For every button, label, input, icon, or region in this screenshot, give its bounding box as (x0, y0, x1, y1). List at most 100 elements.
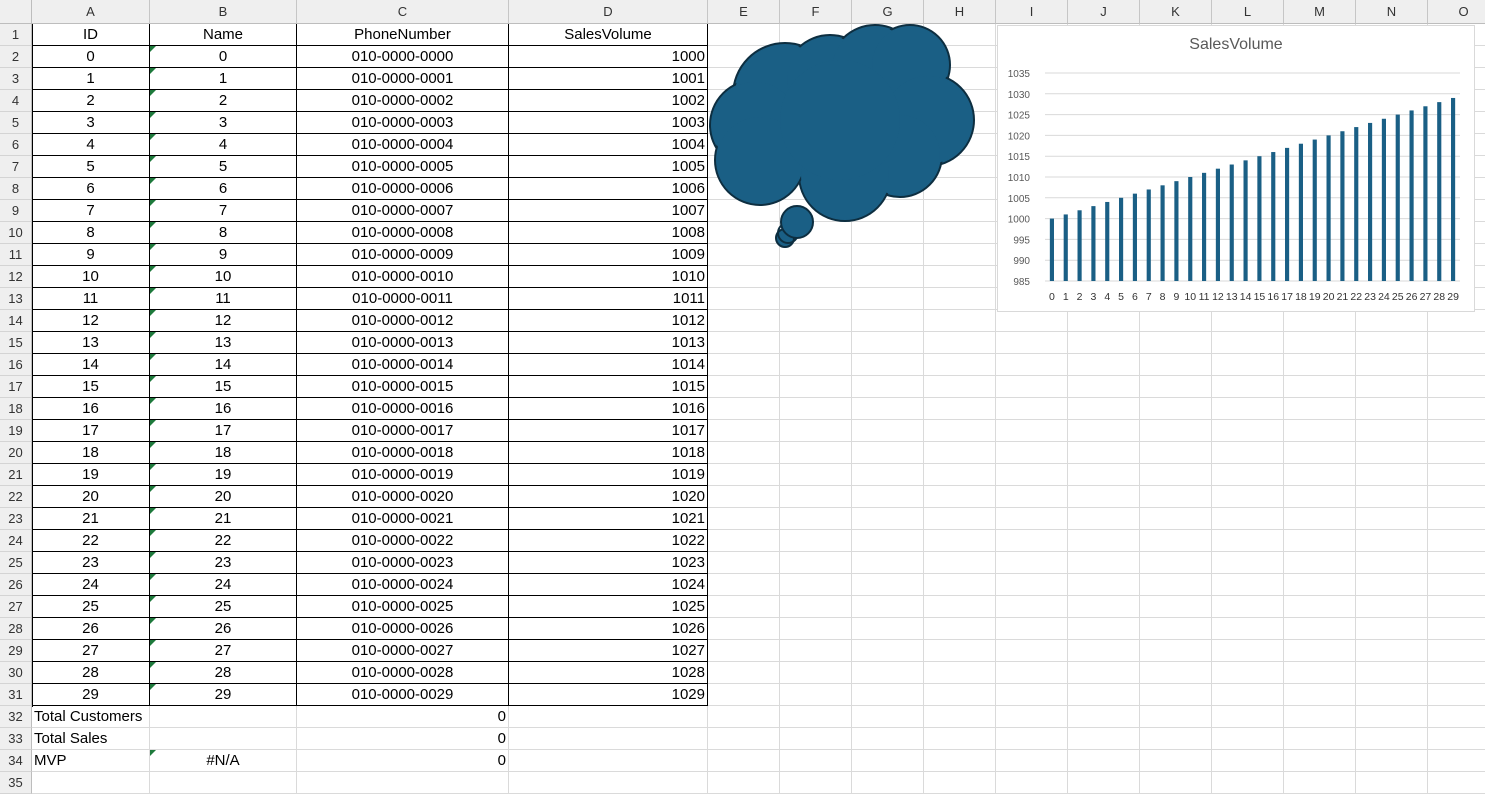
row-header-12[interactable]: 12 (0, 266, 32, 288)
table-cell[interactable]: 1008 (509, 222, 708, 244)
cell-i15[interactable] (996, 332, 1068, 354)
row-header-35[interactable]: 35 (0, 772, 32, 794)
cell-h23[interactable] (924, 508, 996, 530)
cell-f20[interactable] (780, 442, 852, 464)
table-cell[interactable]: 010-0000-0024 (297, 574, 509, 596)
table-cell[interactable]: 18 (32, 442, 150, 464)
cell-n35[interactable] (1356, 772, 1428, 794)
table-cell[interactable]: 1019 (509, 464, 708, 486)
cell-f24[interactable] (780, 530, 852, 552)
cell-e12[interactable] (708, 266, 780, 288)
cell-n23[interactable] (1356, 508, 1428, 530)
cell-k17[interactable] (1140, 376, 1212, 398)
table-cell[interactable]: 5 (32, 156, 150, 178)
cell-n24[interactable] (1356, 530, 1428, 552)
cell-l21[interactable] (1212, 464, 1284, 486)
table-cell[interactable]: 1 (150, 68, 297, 90)
table-cell[interactable]: 29 (150, 684, 297, 706)
cell-l26[interactable] (1212, 574, 1284, 596)
cell-l14[interactable] (1212, 310, 1284, 332)
cell-k23[interactable] (1140, 508, 1212, 530)
cell-n17[interactable] (1356, 376, 1428, 398)
table-cell[interactable]: 1029 (509, 684, 708, 706)
cell-j30[interactable] (1068, 662, 1140, 684)
select-all-corner[interactable] (0, 0, 32, 24)
cell-g27[interactable] (852, 596, 924, 618)
cell-i17[interactable] (996, 376, 1068, 398)
cell-f25[interactable] (780, 552, 852, 574)
table-cell[interactable]: 3 (150, 112, 297, 134)
cell-g20[interactable] (852, 442, 924, 464)
cell-l31[interactable] (1212, 684, 1284, 706)
cell-h12[interactable] (924, 266, 996, 288)
cell-m30[interactable] (1284, 662, 1356, 684)
summary-value[interactable]: 0 (297, 728, 509, 750)
table-cell[interactable]: 010-0000-0020 (297, 486, 509, 508)
table-cell[interactable]: 19 (32, 464, 150, 486)
cell-i18[interactable] (996, 398, 1068, 420)
cell-h30[interactable] (924, 662, 996, 684)
table-cell[interactable]: 24 (32, 574, 150, 596)
cell-f15[interactable] (780, 332, 852, 354)
table-cell[interactable]: 010-0000-0004 (297, 134, 509, 156)
table-cell[interactable]: 010-0000-0026 (297, 618, 509, 640)
cell-f18[interactable] (780, 398, 852, 420)
cell-k24[interactable] (1140, 530, 1212, 552)
table-cell[interactable]: 17 (32, 420, 150, 442)
cell-g21[interactable] (852, 464, 924, 486)
table-cell[interactable]: 1002 (509, 90, 708, 112)
cell-l24[interactable] (1212, 530, 1284, 552)
cell-i28[interactable] (996, 618, 1068, 640)
cell-n32[interactable] (1356, 706, 1428, 728)
cell-o29[interactable] (1428, 640, 1485, 662)
table-cell[interactable]: 1023 (509, 552, 708, 574)
cell-g16[interactable] (852, 354, 924, 376)
cell-j17[interactable] (1068, 376, 1140, 398)
cell-m19[interactable] (1284, 420, 1356, 442)
cell-f30[interactable] (780, 662, 852, 684)
cell-o23[interactable] (1428, 508, 1485, 530)
sales-volume-chart[interactable]: SalesVolume 985 990 995 1000 1005 1010 1015 102… (997, 25, 1475, 312)
cell-n15[interactable] (1356, 332, 1428, 354)
row-header-20[interactable]: 20 (0, 442, 32, 464)
cell-g23[interactable] (852, 508, 924, 530)
cell-o35[interactable] (1428, 772, 1485, 794)
table-cell[interactable]: 12 (150, 310, 297, 332)
cell-k35[interactable] (1140, 772, 1212, 794)
row-header-25[interactable]: 25 (0, 552, 32, 574)
cell-k21[interactable] (1140, 464, 1212, 486)
cell-o26[interactable] (1428, 574, 1485, 596)
table-cell[interactable]: 010-0000-0006 (297, 178, 509, 200)
cell-h29[interactable] (924, 640, 996, 662)
cell-n21[interactable] (1356, 464, 1428, 486)
table-cell[interactable]: 1007 (509, 200, 708, 222)
cell-j15[interactable] (1068, 332, 1140, 354)
table-cell[interactable]: 15 (32, 376, 150, 398)
cell-g12[interactable] (852, 266, 924, 288)
cell-f16[interactable] (780, 354, 852, 376)
table-cell[interactable]: 10 (32, 266, 150, 288)
cell-f33[interactable] (780, 728, 852, 750)
table-cell[interactable]: 1014 (509, 354, 708, 376)
cell-j33[interactable] (1068, 728, 1140, 750)
cell-n19[interactable] (1356, 420, 1428, 442)
table-cell[interactable]: 1026 (509, 618, 708, 640)
cell-i30[interactable] (996, 662, 1068, 684)
cell-j22[interactable] (1068, 486, 1140, 508)
cell-i24[interactable] (996, 530, 1068, 552)
cell-o16[interactable] (1428, 354, 1485, 376)
cell-i32[interactable] (996, 706, 1068, 728)
table-cell[interactable]: 010-0000-0018 (297, 442, 509, 464)
table-cell[interactable]: 010-0000-0028 (297, 662, 509, 684)
row-header-6[interactable]: 6 (0, 134, 32, 156)
cell-j23[interactable] (1068, 508, 1140, 530)
cell-i25[interactable] (996, 552, 1068, 574)
cell-g15[interactable] (852, 332, 924, 354)
cell-i35[interactable] (996, 772, 1068, 794)
cell-f14[interactable] (780, 310, 852, 332)
cell-h31[interactable] (924, 684, 996, 706)
column-header-i[interactable]: I (996, 0, 1068, 24)
table-cell[interactable]: 010-0000-0027 (297, 640, 509, 662)
cell-j16[interactable] (1068, 354, 1140, 376)
row-header-28[interactable]: 28 (0, 618, 32, 640)
